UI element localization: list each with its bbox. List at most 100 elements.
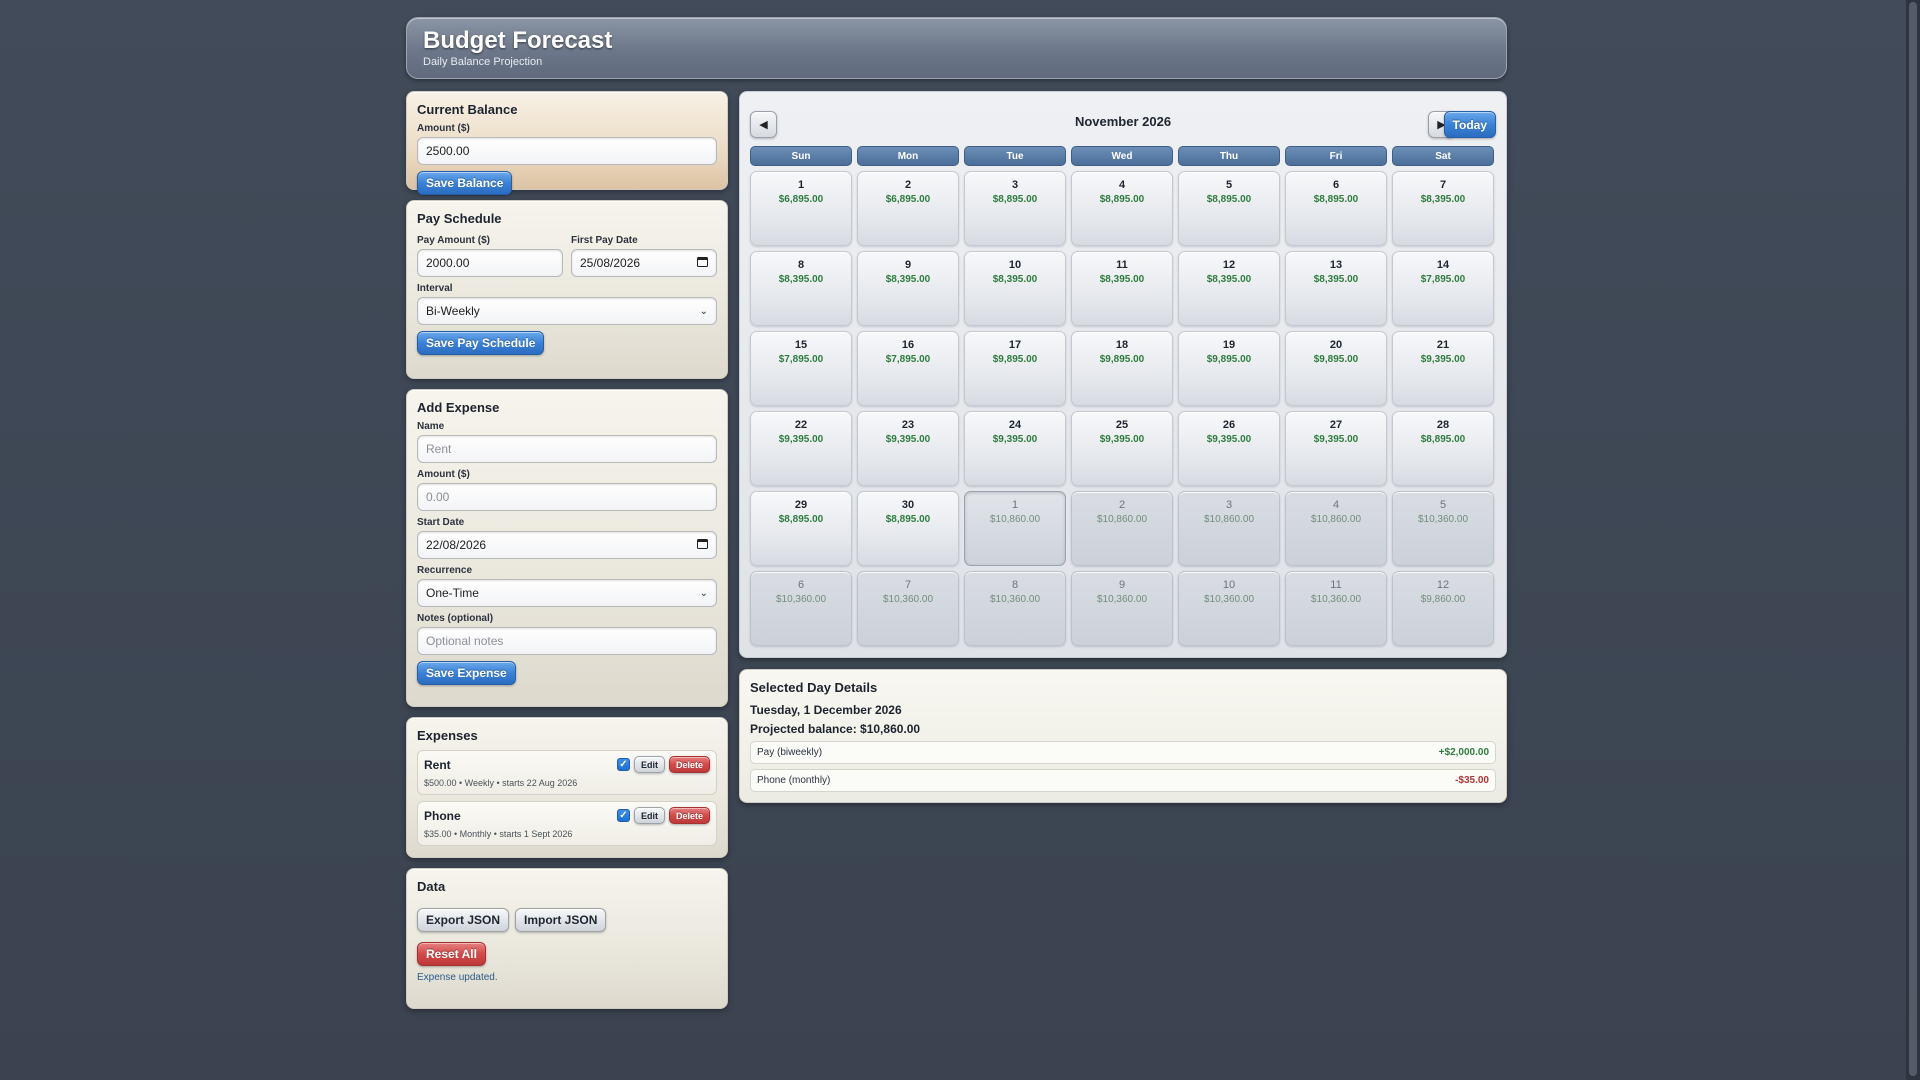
calendar-day-cell[interactable]: 23 $9,395.00 bbox=[857, 411, 959, 486]
day-number: 12 bbox=[1436, 579, 1450, 591]
delete-button[interactable]: Delete bbox=[668, 807, 710, 824]
day-balance: $8,895.00 bbox=[992, 194, 1038, 205]
expense-enabled-checkbox[interactable]: ✓ bbox=[616, 758, 630, 771]
calendar-day-cell[interactable]: 11 $10,360.00 bbox=[1285, 571, 1387, 646]
import-json-button[interactable]: Import JSON bbox=[515, 908, 607, 932]
day-number: 2 bbox=[1118, 499, 1126, 511]
calendar-day-cell[interactable]: 11 $8,395.00 bbox=[1071, 251, 1173, 326]
edit-button[interactable]: Edit bbox=[633, 807, 665, 824]
day-balance: $7,895.00 bbox=[778, 354, 824, 365]
calendar-day-cell[interactable]: 25 $9,395.00 bbox=[1071, 411, 1173, 486]
day-number: 17 bbox=[1008, 339, 1022, 351]
pay-amount-input[interactable]: 2000.00 bbox=[417, 249, 563, 277]
calendar-day-cell[interactable]: 6 $10,360.00 bbox=[750, 571, 852, 646]
calendar-day-cell[interactable]: 22 $9,395.00 bbox=[750, 411, 852, 486]
calendar-day-cell[interactable]: 14 $7,895.00 bbox=[1392, 251, 1494, 326]
calendar-day-cell[interactable]: 10 $8,395.00 bbox=[964, 251, 1066, 326]
calendar-day-cell[interactable]: 1 $6,895.00 bbox=[750, 171, 852, 246]
recurrence-select[interactable]: One-Time ⌄ bbox=[417, 579, 717, 607]
day-number: 7 bbox=[1439, 179, 1447, 191]
calendar-day-cell[interactable]: 29 $8,895.00 bbox=[750, 491, 852, 566]
expense-item-actions: ✓ Edit Delete bbox=[616, 807, 710, 824]
balance-amount-input[interactable]: 2500.00 bbox=[417, 137, 717, 165]
calendar-day-cell[interactable]: 1 $10,860.00 bbox=[964, 491, 1066, 566]
calendar-day-cell[interactable]: 3 $10,860.00 bbox=[1178, 491, 1280, 566]
calendar-day-cell[interactable]: 13 $8,395.00 bbox=[1285, 251, 1387, 326]
pay-amount-group: Pay Amount ($) 2000.00 bbox=[417, 235, 563, 283]
calendar-day-cell[interactable]: 2 $10,860.00 bbox=[1071, 491, 1173, 566]
calendar-day-cell[interactable]: 12 $8,395.00 bbox=[1178, 251, 1280, 326]
export-json-button[interactable]: Export JSON bbox=[417, 908, 510, 932]
day-balance: $10,860.00 bbox=[1310, 514, 1362, 525]
calendar-day-cell[interactable]: 30 $8,895.00 bbox=[857, 491, 959, 566]
calendar-day-cell[interactable]: 18 $9,895.00 bbox=[1071, 331, 1173, 406]
chevron-down-icon: ⌄ bbox=[699, 305, 708, 317]
day-number: 1 bbox=[797, 179, 805, 191]
expense-amount-input[interactable]: 0.00 bbox=[417, 483, 717, 511]
balance-amount-label: Amount ($) bbox=[417, 123, 470, 134]
calendar-day-cell[interactable]: 28 $8,895.00 bbox=[1392, 411, 1494, 486]
calendar-day-cell[interactable]: 10 $10,360.00 bbox=[1178, 571, 1280, 646]
day-balance: $9,860.00 bbox=[1420, 594, 1466, 605]
calendar-day-cell[interactable]: 5 $10,360.00 bbox=[1392, 491, 1494, 566]
day-balance: $10,360.00 bbox=[1096, 594, 1148, 605]
expense-item-meta: $500.00 • Weekly • starts 22 Aug 2026 bbox=[424, 778, 578, 788]
transaction-row: Pay (biweekly) +$2,000.00 bbox=[750, 741, 1496, 764]
today-button[interactable]: Today bbox=[1443, 111, 1496, 138]
calendar-icon[interactable] bbox=[697, 538, 708, 552]
calendar-day-cell[interactable]: 6 $8,895.00 bbox=[1285, 171, 1387, 246]
expense-name-input[interactable]: Rent bbox=[417, 435, 717, 463]
edit-button[interactable]: Edit bbox=[633, 756, 665, 773]
save-balance-button[interactable]: Save Balance bbox=[417, 171, 513, 195]
pay-schedule-panel: Pay Schedule Pay Amount ($) 2000.00 Firs… bbox=[406, 200, 728, 379]
calendar-day-cell[interactable]: 4 $10,860.00 bbox=[1285, 491, 1387, 566]
pay-amount-value: 2000.00 bbox=[426, 256, 470, 270]
delete-button[interactable]: Delete bbox=[668, 756, 710, 773]
first-pay-date-input[interactable]: 25/08/2026 bbox=[571, 249, 717, 277]
calendar-day-cell[interactable]: 9 $8,395.00 bbox=[857, 251, 959, 326]
calendar-day-cell[interactable]: 24 $9,395.00 bbox=[964, 411, 1066, 486]
calendar-day-cell[interactable]: 4 $8,895.00 bbox=[1071, 171, 1173, 246]
calendar-day-cell[interactable]: 2 $6,895.00 bbox=[857, 171, 959, 246]
day-number: 3 bbox=[1011, 179, 1019, 191]
calendar-day-cell[interactable]: 16 $7,895.00 bbox=[857, 331, 959, 406]
calendar-day-cell[interactable]: 8 $8,395.00 bbox=[750, 251, 852, 326]
day-number: 6 bbox=[1332, 179, 1340, 191]
expense-name-placeholder: Rent bbox=[426, 442, 452, 456]
page-scrollbar[interactable] bbox=[1906, 0, 1920, 1080]
day-balance: $8,395.00 bbox=[778, 274, 824, 285]
save-pay-schedule-button[interactable]: Save Pay Schedule bbox=[417, 331, 545, 355]
reset-all-button[interactable]: Reset All bbox=[417, 942, 486, 966]
selected-date: Tuesday, 1 December 2026 bbox=[750, 703, 902, 717]
calendar-day-cell[interactable]: 15 $7,895.00 bbox=[750, 331, 852, 406]
day-balance: $10,860.00 bbox=[989, 514, 1041, 525]
calendar-day-cell[interactable]: 19 $9,895.00 bbox=[1178, 331, 1280, 406]
calendar-day-cell[interactable]: 5 $8,895.00 bbox=[1178, 171, 1280, 246]
balance-amount-value: 2500.00 bbox=[426, 144, 470, 158]
calendar-day-cell[interactable]: 17 $9,895.00 bbox=[964, 331, 1066, 406]
notes-input[interactable]: Optional notes bbox=[417, 627, 717, 655]
calendar-day-cell[interactable]: 8 $10,360.00 bbox=[964, 571, 1066, 646]
calendar-day-cell[interactable]: 12 $9,860.00 bbox=[1392, 571, 1494, 646]
day-balance: $10,860.00 bbox=[1203, 514, 1255, 525]
weekday-header: Fri bbox=[1285, 146, 1387, 166]
left-column: Current Balance Amount ($) 2500.00 Save … bbox=[406, 91, 728, 1019]
calendar-icon[interactable] bbox=[697, 256, 708, 270]
add-expense-title: Add Expense bbox=[417, 400, 500, 415]
day-balance: $9,895.00 bbox=[992, 354, 1038, 365]
transaction-row: Phone (monthly) -$35.00 bbox=[750, 769, 1496, 792]
calendar-day-cell[interactable]: 26 $9,395.00 bbox=[1178, 411, 1280, 486]
expense-enabled-checkbox[interactable]: ✓ bbox=[616, 809, 630, 822]
scrollbar-thumb[interactable] bbox=[1909, 2, 1917, 1076]
calendar-day-cell[interactable]: 3 $8,895.00 bbox=[964, 171, 1066, 246]
calendar-day-cell[interactable]: 20 $9,895.00 bbox=[1285, 331, 1387, 406]
start-date-input[interactable]: 22/08/2026 bbox=[417, 531, 717, 559]
calendar-day-cell[interactable]: 21 $9,395.00 bbox=[1392, 331, 1494, 406]
save-expense-button[interactable]: Save Expense bbox=[417, 661, 516, 685]
interval-select[interactable]: Bi-Weekly ⌄ bbox=[417, 297, 717, 325]
calendar-day-cell[interactable]: 7 $8,395.00 bbox=[1392, 171, 1494, 246]
calendar-day-cell[interactable]: 27 $9,395.00 bbox=[1285, 411, 1387, 486]
weekday-header: Tue bbox=[964, 146, 1066, 166]
calendar-day-cell[interactable]: 7 $10,360.00 bbox=[857, 571, 959, 646]
calendar-day-cell[interactable]: 9 $10,360.00 bbox=[1071, 571, 1173, 646]
